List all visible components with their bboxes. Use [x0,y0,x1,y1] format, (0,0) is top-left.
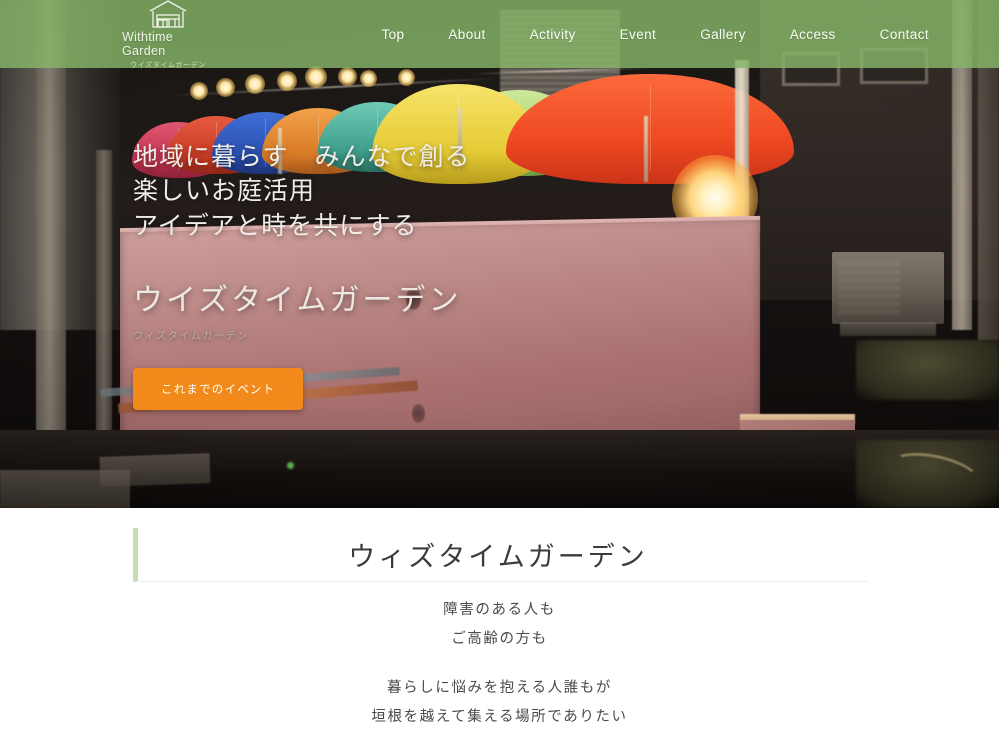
photo-umbrella-handle [644,116,648,182]
photo-bulb [338,67,357,86]
photo-bulb [360,70,377,87]
hero-subtitle: ウィズタイムガーデン [133,330,249,342]
page-root: 地域に暮らす みんなで創る 楽しいお庭活用 アイデアと時を共にする ウイズタイム… [0,0,999,749]
section-title: ウィズタイムガーデン [348,542,648,572]
hero-copy: 地域に暮らす みんなで創る 楽しいお庭活用 アイデアと時を共にする ウイズタイム… [133,140,471,410]
photo-green-light-speck [287,462,294,469]
nav-item-about[interactable]: About [426,19,507,50]
hero-title: ウイズタイムガーデン [133,283,462,317]
nav-item-activity[interactable]: Activity [508,19,598,50]
photo-bulb [398,69,415,86]
photo-bulb [305,66,327,88]
site-logo[interactable]: Withtime Garden ウイズタイムガーデン [122,0,214,70]
body-line-2: ご高齢の方も [451,631,548,647]
nav-item-access[interactable]: Access [768,19,858,50]
past-events-button[interactable]: これまでのイベント [133,367,304,410]
photo-left-post [36,0,66,470]
hero-line-3: アイデアと時を共にする [133,211,418,240]
photo-ac-unit [832,252,944,324]
photo-bulb [245,74,265,94]
section-body: 障害のある人も ご高齢の方も 暮らしに悩みを抱える人誰もが 垣根を越えて集える場… [0,596,999,732]
nav-item-contact[interactable]: Contact [858,19,951,50]
body-line-1: 障害のある人も [443,602,556,618]
photo-left-post-2 [96,150,112,470]
photo-umbrella-rib [650,85,651,171]
nav-item-top[interactable]: Top [359,19,426,50]
site-header: Withtime Garden ウイズタイムガーデン Top About Act… [0,0,999,70]
hero-banner: 地域に暮らす みんなで創る 楽しいお庭活用 アイデアと時を共にする ウイズタイム… [0,0,999,508]
body-line-4: 垣根を越えて集える場所でありたい [371,709,628,725]
about-section: ウィズタイムガーデン 障害のある人も ご高齢の方も 暮らしに悩みを抱える人誰もが… [0,508,999,749]
hero-line-1: 地域に暮らす みんなで創る [133,143,471,171]
photo-bulb [277,71,297,91]
main-navigation: Top About Activity Event Gallery Access … [359,19,951,50]
logo-name: Withtime Garden [122,29,174,58]
photo-grass [856,340,999,400]
house-shop-icon [146,0,190,30]
photo-bulb [190,82,208,100]
logo-subtitle: ウイズタイムガーデン [130,62,206,70]
photo-bulb [216,78,235,97]
hero-line-2: 楽しいお庭活用 [133,177,316,206]
nav-item-gallery[interactable]: Gallery [678,19,768,50]
photo-ac-legs [840,322,936,336]
photo-ground-slab [99,453,211,487]
nav-item-event[interactable]: Event [598,19,679,50]
section-heading: ウィズタイムガーデン [133,528,868,582]
body-line-3: 暮らしに悩みを抱える人誰もが [387,680,612,696]
